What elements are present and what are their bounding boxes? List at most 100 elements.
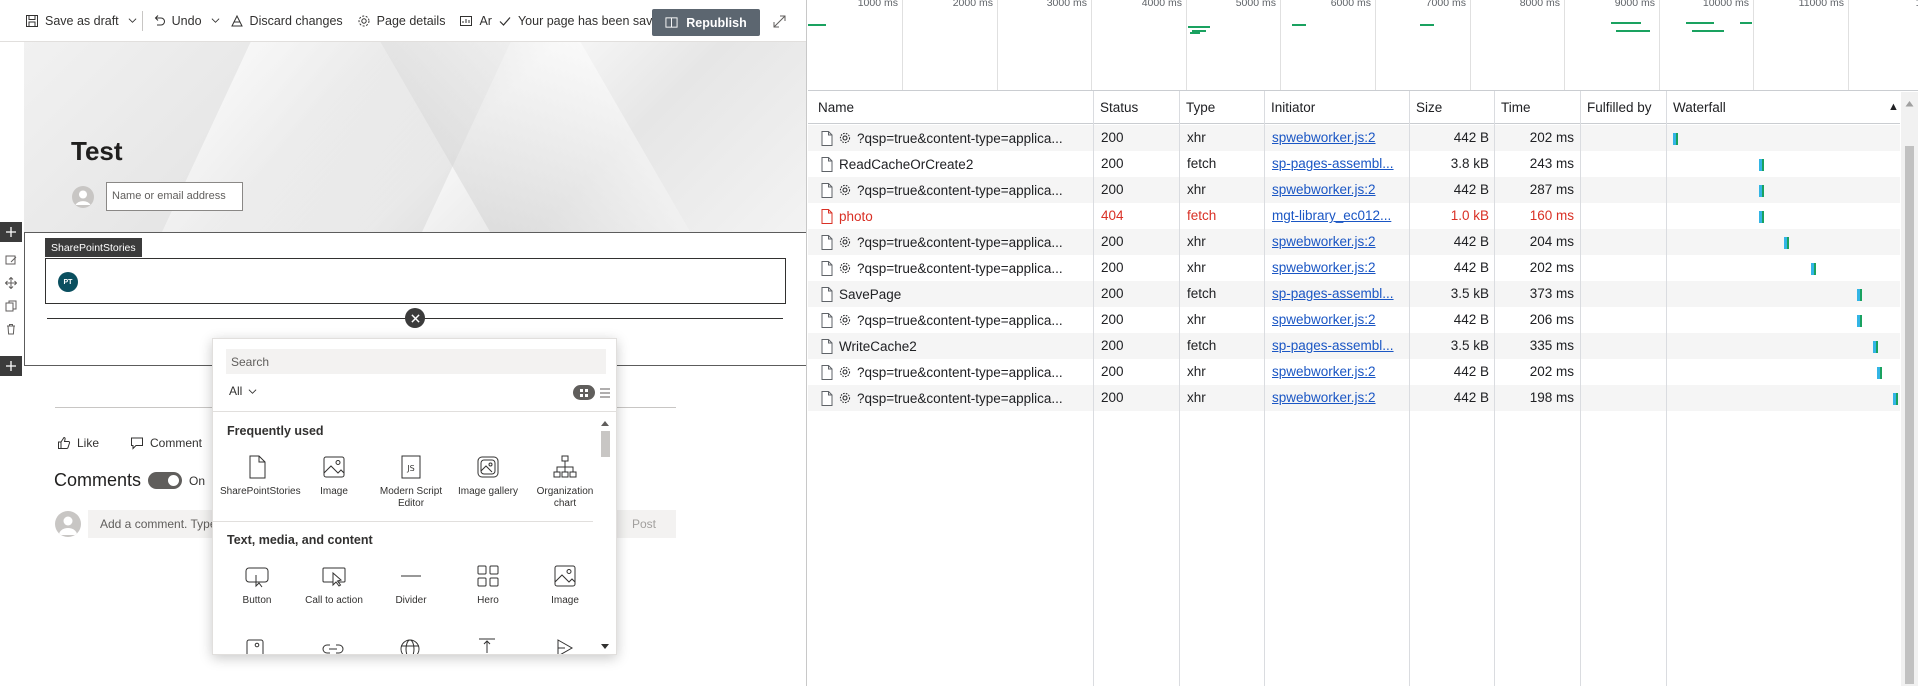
stream-icon[interactable] (553, 638, 575, 654)
move-section-icon[interactable] (0, 273, 22, 293)
column-header-fulfilled-by[interactable]: Fulfilled by (1582, 91, 1657, 124)
comments-toggle[interactable] (148, 472, 182, 489)
table-row[interactable]: photo 404 fetch mgt-library_ec012... 1.0 kB 1… (808, 203, 1900, 229)
edit-section-icon[interactable] (0, 250, 22, 270)
column-divider[interactable] (1093, 91, 1094, 686)
table-row[interactable]: ?qsp=true&content-type=applica... 200 xhr s… (808, 385, 1900, 411)
request-name-cell[interactable]: ?qsp=true&content-type=applica... (816, 177, 1092, 203)
request-name-cell[interactable]: WriteCache2 (816, 333, 1092, 359)
request-name-cell[interactable]: SavePage (816, 281, 1092, 307)
table-row[interactable]: ?qsp=true&content-type=applica... 200 xhr s… (808, 359, 1900, 385)
toolbox-item-divider[interactable]: Divider (374, 563, 448, 607)
post-button[interactable]: Post (612, 510, 676, 538)
request-name-cell[interactable]: ?qsp=true&content-type=applica... (816, 229, 1092, 255)
toolbox-item-modern-script-editor[interactable]: JS Modern Script Editor (374, 454, 448, 510)
table-row[interactable]: ?qsp=true&content-type=applica... 200 xhr s… (808, 255, 1900, 281)
waterfall-bar[interactable] (1811, 263, 1817, 275)
save-dropdown-chevron-icon[interactable] (126, 0, 140, 42)
waterfall-bar[interactable] (1758, 159, 1764, 171)
page-details-button[interactable]: Page details (350, 0, 453, 42)
grid-view-icon[interactable] (573, 385, 595, 400)
duplicate-section-icon[interactable] (0, 296, 22, 316)
like-button[interactable]: Like (57, 436, 99, 450)
close-toolbox-button[interactable] (405, 308, 425, 328)
toolbox-filter-dropdown[interactable]: All (229, 384, 257, 398)
initiator-link[interactable]: spwebworker.js:2 (1267, 307, 1408, 333)
table-row[interactable]: ?qsp=true&content-type=applica... 200 xhr s… (808, 229, 1900, 255)
column-divider[interactable] (1666, 91, 1667, 686)
column-header-status[interactable]: Status (1095, 91, 1143, 124)
column-divider[interactable] (1580, 91, 1581, 686)
add-section-button-bottom[interactable] (0, 356, 22, 376)
link-icon[interactable] (322, 641, 344, 654)
waterfall-bar[interactable] (1672, 133, 1678, 145)
undo-dropdown-chevron-icon[interactable] (209, 0, 223, 42)
request-name-cell[interactable]: ?qsp=true&content-type=applica... (816, 385, 1092, 411)
column-divider[interactable] (1179, 91, 1180, 686)
waterfall-bar[interactable] (1856, 315, 1862, 327)
request-name-cell[interactable]: photo (816, 203, 1092, 229)
comment-button[interactable]: Comment (130, 436, 202, 450)
column-header-initiator[interactable]: Initiator (1266, 91, 1320, 124)
table-row[interactable]: ?qsp=true&content-type=applica... 200 xhr s… (808, 125, 1900, 151)
page-title[interactable]: Test (71, 136, 123, 167)
toolbox-item-image-2[interactable]: Image (528, 563, 602, 607)
network-overview[interactable]: 1000 ms 2000 ms 3000 ms 4000 ms 5000 ms 6000 … (808, 0, 1918, 91)
request-name-cell[interactable]: ?qsp=true&content-type=applica... (816, 307, 1092, 333)
column-header-name[interactable]: Name (813, 91, 859, 124)
author-input[interactable]: Name or email address (106, 182, 243, 211)
toolbox-item-sharepointstories[interactable]: SharePointStories (220, 454, 301, 498)
toolbox-item-image[interactable]: Image (297, 454, 371, 498)
request-name-cell[interactable]: ?qsp=true&content-type=applica... (816, 359, 1092, 385)
waterfall-bar[interactable] (1893, 393, 1898, 405)
column-divider[interactable] (1409, 91, 1410, 686)
list-view-icon[interactable] (599, 387, 611, 399)
request-name-cell[interactable]: ?qsp=true&content-type=applica... (816, 125, 1092, 151)
waterfall-bar[interactable] (1877, 367, 1883, 379)
column-header-type[interactable]: Type (1181, 91, 1220, 124)
toolbox-item-hero[interactable]: Hero (451, 563, 525, 607)
initiator-link[interactable]: sp-pages-assembl... (1267, 281, 1408, 307)
toolbox-item-image-gallery[interactable]: Image gallery (451, 454, 525, 498)
column-divider[interactable] (1494, 91, 1495, 686)
request-name-cell[interactable]: ReadCacheOrCreate2 (816, 151, 1092, 177)
initiator-link[interactable]: spwebworker.js:2 (1267, 359, 1408, 385)
initiator-link[interactable]: mgt-library_ec012... (1267, 203, 1408, 229)
table-scrollbar[interactable] (1901, 92, 1918, 686)
expand-icon[interactable] (772, 14, 787, 29)
table-row[interactable]: ReadCacheOrCreate2 200 fetch sp-pages-assem… (808, 151, 1900, 177)
initiator-link[interactable]: sp-pages-assembl... (1267, 151, 1408, 177)
toolbox-search-input[interactable]: Search (226, 349, 606, 374)
toolbox-scrollbar[interactable] (597, 415, 613, 651)
analytics-button[interactable]: Ar (452, 0, 494, 42)
discard-changes-button[interactable]: Discard changes (223, 0, 350, 42)
globe-icon[interactable] (399, 638, 421, 654)
column-header-size[interactable]: Size (1411, 91, 1447, 124)
initiator-link[interactable]: sp-pages-assembl... (1267, 333, 1408, 359)
toolbox-item-call-to-action[interactable]: Call to action (297, 563, 371, 607)
table-row[interactable]: SavePage 200 fetch sp-pages-assembl... 3.5 k… (808, 281, 1900, 307)
save-draft-button[interactable]: Save as draft (18, 0, 126, 42)
request-name-cell[interactable]: ?qsp=true&content-type=applica... (816, 255, 1092, 281)
waterfall-bar[interactable] (1758, 211, 1764, 223)
webpart-tag[interactable]: SharePointStories (45, 238, 142, 257)
column-divider[interactable] (1264, 91, 1265, 686)
waterfall-bar[interactable] (1784, 237, 1789, 249)
waterfall-bar[interactable] (1856, 289, 1862, 301)
initiator-link[interactable]: spwebworker.js:2 (1267, 229, 1408, 255)
initiator-link[interactable]: spwebworker.js:2 (1267, 177, 1408, 203)
delete-section-icon[interactable] (0, 319, 22, 339)
undo-button[interactable]: Undo (145, 0, 209, 42)
waterfall-bar[interactable] (1758, 185, 1764, 197)
webpart-container[interactable] (45, 258, 786, 304)
toolbox-item-button[interactable]: Button (220, 563, 294, 607)
scroll-thumb[interactable] (1905, 146, 1914, 684)
waterfall-bar[interactable] (1872, 341, 1878, 353)
column-header-waterfall[interactable]: Waterfall (1668, 91, 1731, 124)
toolbox-item-organization-chart[interactable]: Organization chart (528, 454, 602, 510)
table-row[interactable]: ?qsp=true&content-type=applica... 200 xhr s… (808, 307, 1900, 333)
image-text-icon[interactable] (245, 638, 267, 654)
initiator-link[interactable]: spwebworker.js:2 (1267, 125, 1408, 151)
scroll-up-icon[interactable] (600, 419, 610, 427)
scroll-up-icon[interactable] (1905, 100, 1914, 107)
